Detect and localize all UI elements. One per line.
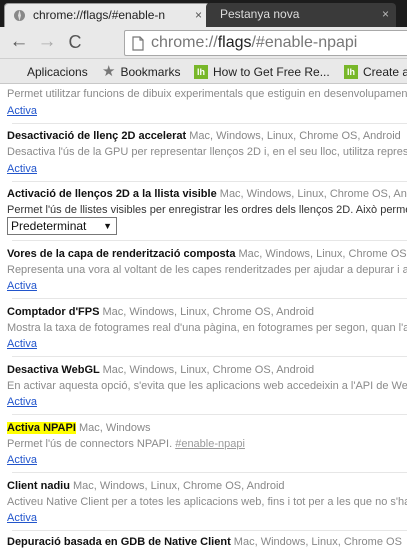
experiment-description: Mostra la taxa de fotogrames real d'una … xyxy=(7,322,407,334)
reload-icon[interactable]: C xyxy=(64,31,86,53)
forward-arrow-icon[interactable]: → xyxy=(36,31,58,53)
divider xyxy=(12,472,407,473)
experiment-platforms: Mac, Windows, Linux, Chrome OS xyxy=(233,536,402,548)
mode-select[interactable]: Predeterminat ▼ xyxy=(7,217,117,235)
dropdown-arrow-icon: ▼ xyxy=(103,221,112,231)
experiment-platforms: Mac, Windows, Linux, Chrome OS, Android xyxy=(189,130,401,142)
tab-title: Pestanya nova xyxy=(220,7,300,21)
bookmark-apps[interactable]: Aplicacions xyxy=(8,63,88,81)
close-tab-icon[interactable]: × xyxy=(382,3,389,25)
experiment-title: Desactivació de llenç 2D accelerat Mac, … xyxy=(7,130,401,142)
experiment-anchor-link[interactable]: #enable-npapi xyxy=(175,438,245,450)
url-host: flags xyxy=(217,34,252,51)
divider xyxy=(12,240,407,241)
enable-link[interactable]: Activa xyxy=(7,338,37,350)
experiment-description: Activeu Native Client per a totes les ap… xyxy=(7,496,407,508)
select-value: Predeterminat xyxy=(11,219,87,233)
experiment-title: Comptador d'FPS Mac, Windows, Linux, Chr… xyxy=(7,306,315,318)
bookmarks-bar: Aplicacions ★ Bookmarks lh How to Get Free… xyxy=(0,59,407,84)
bookmark-label: How to Get Free Re... xyxy=(213,65,330,79)
apps-grid-icon xyxy=(8,65,22,79)
enable-link[interactable]: Activa xyxy=(7,280,37,292)
enable-link[interactable]: Activa xyxy=(7,163,37,175)
bookmark-bookmarks[interactable]: ★ Bookmarks xyxy=(102,63,180,81)
enable-link[interactable]: Activa xyxy=(7,396,37,408)
divider xyxy=(12,298,407,299)
page-icon xyxy=(132,36,144,51)
tab-flags[interactable]: chrome://flags/#enable-n × xyxy=(4,3,210,27)
close-tab-icon[interactable]: × xyxy=(195,4,202,26)
divider xyxy=(12,414,407,415)
star-icon: ★ xyxy=(102,62,116,80)
experiment-title: Client nadiu Mac, Windows, Linux, Chrome… xyxy=(7,480,285,492)
back-arrow-icon[interactable]: ← xyxy=(8,31,30,53)
address-bar[interactable]: chrome://flags/#enable-npapi xyxy=(124,30,407,56)
experiment-platforms: Mac, Windows, Linux, Chrome OS, Android xyxy=(219,188,407,200)
bookmark-free-re[interactable]: lh How to Get Free Re... xyxy=(194,63,330,81)
bookmark-label: Aplicacions xyxy=(27,65,88,79)
lh-icon: lh xyxy=(344,64,358,79)
lh-icon: lh xyxy=(194,64,208,79)
browser-toolbar: ← → C chrome://flags/#enable-npapi xyxy=(0,27,407,59)
experiment-title: Vores de la capa de renderització compos… xyxy=(7,248,407,260)
bookmark-label: Bookmarks xyxy=(120,65,181,79)
tab-strip: chrome://flags/#enable-n × Pestanya nova… xyxy=(0,0,407,27)
experiment-description: Representa una vora al voltant de les ca… xyxy=(7,264,407,276)
flags-favicon-icon xyxy=(14,10,25,21)
url-scheme: chrome:// xyxy=(151,34,218,51)
experiment-description: Permet utilitzar funcions de dibuix expe… xyxy=(7,88,407,100)
bookmark-create[interactable]: lh Create a xyxy=(344,63,407,81)
experiment-description: Permet l'ús de llistes visibles per enre… xyxy=(7,204,407,216)
experiment-title: Depuració basada en GDB de Native Client… xyxy=(7,536,402,548)
divider xyxy=(12,123,407,124)
enable-link[interactable]: Activa xyxy=(7,105,37,117)
experiment-platforms: Mac, Windows, Linux, Chrome OS, Android xyxy=(102,364,315,376)
tab-new-tab[interactable]: Pestanya nova × xyxy=(206,3,396,27)
experiment-platforms: Mac, Windows, Linux, Chrome OS, An xyxy=(238,248,407,260)
divider xyxy=(12,356,407,357)
bookmark-label: Create a xyxy=(363,65,407,79)
divider xyxy=(12,530,407,531)
experiment-description: Desactiva l'ús de la GPU per representar… xyxy=(7,146,407,158)
experiment-platforms: Mac, Windows, Linux, Chrome OS, Android xyxy=(73,480,285,492)
experiment-description: En activar aquesta opció, s'evita que le… xyxy=(7,380,407,392)
experiment-title: Desactiva WebGL Mac, Windows, Linux, Chr… xyxy=(7,364,315,376)
enable-link[interactable]: Activa xyxy=(7,454,37,466)
divider xyxy=(12,181,407,182)
tab-title: chrome://flags/#enable-n xyxy=(33,8,166,22)
experiment-platforms: Mac, Windows, Linux, Chrome OS, Android xyxy=(102,306,315,318)
experiment-description: Permet l'ús de connectors NPAPI. #enable… xyxy=(7,438,245,450)
experiment-title: Activa NPAPI Mac, Windows xyxy=(7,422,150,434)
url-path: /#enable-npapi xyxy=(251,34,358,51)
experiment-platforms: Mac, Windows xyxy=(78,422,151,434)
enable-link[interactable]: Activa xyxy=(7,512,37,524)
highlighted-title: Activa NPAPI xyxy=(7,422,76,434)
experiment-title: Activació de llenços 2D a la llista visi… xyxy=(7,188,407,200)
flags-list: Permet utilitzar funcions de dibuix expe… xyxy=(0,84,407,548)
